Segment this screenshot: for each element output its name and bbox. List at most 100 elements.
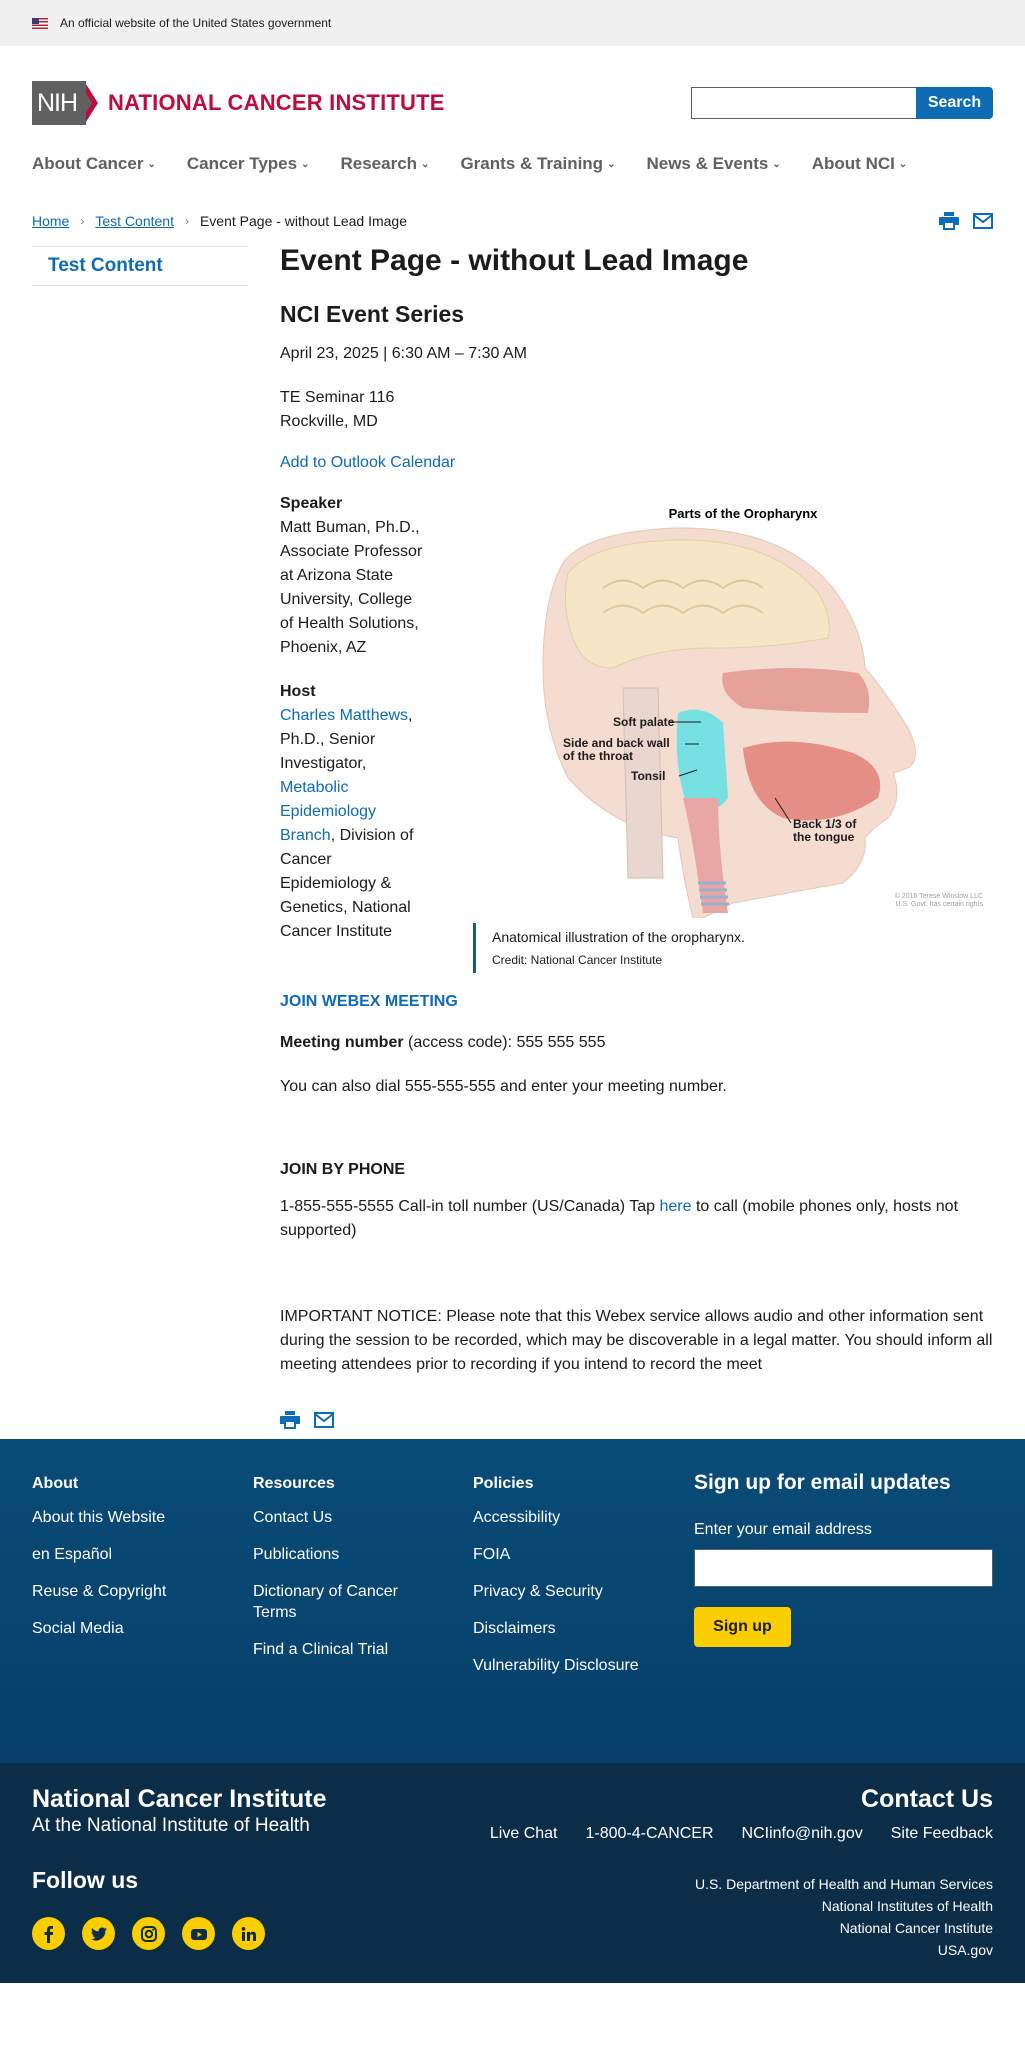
footer-link[interactable]: Reuse & Copyright — [32, 1581, 232, 1602]
gov-banner: An official website of the United States… — [0, 0, 1025, 46]
phone-link[interactable]: 1-800-4-CANCER — [585, 1825, 713, 1843]
speaker-host-section: Speaker Matt Buman, Ph.D., Associate Pro… — [280, 492, 993, 973]
footer-link[interactable]: Dictionary of Cancer Terms — [253, 1581, 433, 1623]
join-webex-link[interactable]: JOIN WEBEX MEETING — [280, 993, 993, 1011]
phone-heading: JOIN BY PHONE — [280, 1161, 406, 1178]
chevron-down-icon: ⌄ — [421, 158, 430, 170]
host-heading: Host — [280, 683, 316, 700]
svg-text:Side and back wall: Side and back wall — [563, 736, 670, 750]
main-area: Test Content Event Page - without Lead I… — [0, 244, 1025, 1431]
email-icon[interactable] — [314, 1411, 334, 1429]
figure-caption: Anatomical illustration of the oropharyn… — [492, 929, 745, 945]
footer-bottom: National Cancer Institute At the Nationa… — [0, 1763, 1025, 1983]
event-location: TE Seminar 116 Rockville, MD — [280, 386, 993, 434]
contact-heading: Contact Us — [861, 1785, 993, 1813]
nav-item-grants-training[interactable]: Grants & Training ⌄ — [460, 154, 615, 174]
footer-link[interactable]: FOIA — [473, 1544, 673, 1565]
email-field[interactable] — [694, 1549, 993, 1587]
event-series: NCI Event Series — [280, 301, 465, 327]
linkedin-icon[interactable] — [232, 1917, 265, 1950]
print-icon[interactable] — [939, 212, 959, 230]
svg-text:Parts of the Oropharynx: Parts of the Oropharynx — [669, 506, 819, 521]
location-line-1: TE Seminar 116 — [280, 389, 395, 406]
footer-heading-resources: Resources — [253, 1475, 335, 1492]
add-to-calendar-link[interactable]: Add to Outlook Calendar — [280, 454, 993, 472]
host-name-link[interactable]: Charles Matthews — [280, 707, 408, 724]
important-notice: IMPORTANT NOTICE: Please note that this … — [280, 1308, 993, 1373]
footer-link[interactable]: Disclaimers — [473, 1618, 673, 1639]
usagov-link[interactable]: USA.gov — [695, 1939, 993, 1961]
nav-item-news-events[interactable]: News & Events ⌄ — [646, 154, 780, 174]
instagram-icon[interactable] — [132, 1917, 165, 1950]
email-icon[interactable] — [973, 212, 993, 230]
svg-text:of the throat: of the throat — [563, 749, 633, 763]
svg-text:© 2016 Terese Winslow LLC: © 2016 Terese Winslow LLC — [895, 892, 983, 900]
nci-logo[interactable]: NIH NATIONAL CANCER INSTITUTE — [32, 81, 445, 125]
footer-col-policies: Policies Accessibility FOIA Privacy & Se… — [473, 1475, 673, 1692]
meeting-number-label: Meeting number — [280, 1034, 404, 1051]
email-link[interactable]: NCIinfo@nih.gov — [742, 1825, 863, 1843]
breadcrumb-section[interactable]: Test Content — [95, 213, 174, 229]
live-chat-link[interactable]: Live Chat — [490, 1825, 558, 1843]
page-tools — [939, 212, 993, 230]
nav-item-research[interactable]: Research ⌄ — [340, 154, 429, 174]
breadcrumb: Home › Test Content › Event Page - witho… — [0, 196, 1025, 246]
footer-link[interactable]: Find a Clinical Trial — [253, 1639, 433, 1660]
footer-heading-policies: Policies — [473, 1475, 534, 1492]
footer-link[interactable]: Publications — [253, 1544, 433, 1565]
nav-item-about-nci[interactable]: About NCI ⌄ — [812, 154, 907, 174]
svg-text:the tongue: the tongue — [793, 830, 855, 844]
twitter-icon[interactable] — [82, 1917, 115, 1950]
site-feedback-link[interactable]: Site Feedback — [891, 1825, 993, 1843]
host-text: Charles Matthews, Ph.D., Senior Investig… — [280, 704, 428, 944]
footer-org-name: National Cancer Institute — [32, 1785, 327, 1813]
chevron-right-icon: › — [80, 214, 85, 228]
svg-text:Back 1/3 of: Back 1/3 of — [793, 817, 857, 831]
footer-col-resources: Resources Contact Us Publications Dictio… — [253, 1475, 433, 1676]
nav-item-cancer-types[interactable]: Cancer Types ⌄ — [187, 154, 310, 174]
institute-name: NATIONAL CANCER INSTITUTE — [108, 90, 445, 115]
hhs-link[interactable]: U.S. Department of Health and Human Serv… — [695, 1873, 993, 1895]
dial-text: You can also dial 555-555-555 and enter … — [280, 1078, 727, 1095]
footer-col-about: About About this Website en Español Reus… — [32, 1475, 232, 1655]
breadcrumb-current: Event Page - without Lead Image — [199, 213, 407, 229]
email-label: Enter your email address — [694, 1521, 872, 1538]
signup-button[interactable]: Sign up — [694, 1607, 791, 1647]
main-nav: About Cancer ⌄ Cancer Types ⌄ Research ⌄ Gr… — [0, 138, 1025, 190]
sidebar: Test Content — [32, 246, 248, 1431]
tap-here-link[interactable]: here — [659, 1198, 691, 1215]
svg-text:Tonsil: Tonsil — [631, 769, 665, 783]
nci-link[interactable]: National Cancer Institute — [695, 1917, 993, 1939]
footer-link[interactable]: Contact Us — [253, 1507, 433, 1528]
bottom-page-tools — [280, 1411, 993, 1431]
signup-heading: Sign up for email updates — [694, 1471, 951, 1494]
chevron-down-icon: ⌄ — [898, 158, 908, 170]
footer-link[interactable]: Privacy & Security — [473, 1581, 673, 1602]
site-header: NIH NATIONAL CANCER INSTITUTE Search — [0, 46, 1025, 138]
print-icon[interactable] — [280, 1411, 300, 1429]
agency-links: U.S. Department of Health and Human Serv… — [695, 1873, 993, 1961]
footer-link[interactable]: Accessibility — [473, 1507, 673, 1528]
footer-link[interactable]: About this Website — [32, 1507, 232, 1528]
meeting-number-value: (access code): 555 555 555 — [403, 1034, 606, 1051]
footer-link[interactable]: en Español — [32, 1544, 232, 1565]
search-button[interactable]: Search — [916, 87, 993, 119]
nav-item-about-cancer[interactable]: About Cancer ⌄ — [32, 154, 156, 174]
figure-caption-box: Anatomical illustration of the oropharyn… — [473, 923, 993, 973]
footer-top: About About this Website en Español Reus… — [0, 1439, 1025, 1763]
oropharynx-figure: Parts of the Oropharynx Soft palate Side… — [473, 498, 993, 973]
facebook-icon[interactable] — [32, 1917, 65, 1950]
figure-credit: Credit: National Cancer Institute — [492, 953, 663, 967]
breadcrumb-home[interactable]: Home — [32, 213, 69, 229]
nih-link[interactable]: National Institutes of Health — [695, 1895, 993, 1917]
footer-link[interactable]: Social Media — [32, 1618, 232, 1639]
footer-link[interactable]: Vulnerability Disclosure — [473, 1655, 673, 1676]
search-input[interactable] — [691, 87, 916, 119]
footer-org-sub: At the National Institute of Health — [32, 1815, 310, 1836]
location-line-2: Rockville, MD — [280, 413, 378, 430]
follow-heading: Follow us — [32, 1867, 139, 1893]
sidebar-item-test-content[interactable]: Test Content — [32, 246, 248, 286]
youtube-icon[interactable] — [182, 1917, 215, 1950]
chevron-down-icon: ⌄ — [301, 158, 310, 170]
speaker-heading: Speaker — [280, 495, 343, 512]
